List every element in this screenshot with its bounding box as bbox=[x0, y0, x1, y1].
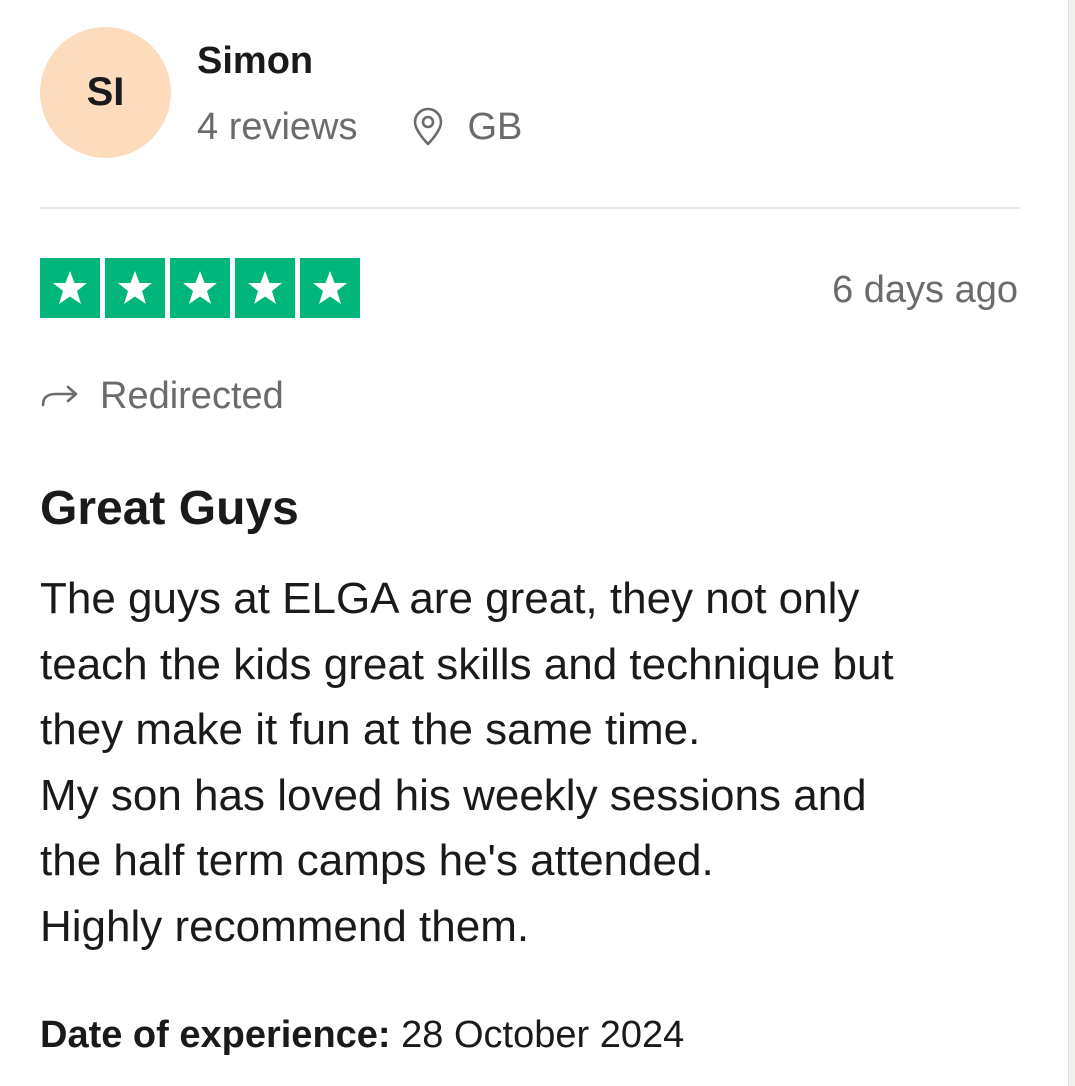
star-box bbox=[40, 258, 100, 318]
reviewer-location: GB bbox=[410, 105, 523, 149]
location-label: GB bbox=[467, 106, 523, 148]
avatar[interactable]: SI bbox=[40, 27, 171, 158]
scrollbar-track[interactable] bbox=[1068, 0, 1075, 1086]
star-box bbox=[105, 258, 165, 318]
review-count: 4 reviews bbox=[197, 106, 358, 148]
star-box bbox=[170, 258, 230, 318]
review-title: Great Guys bbox=[40, 482, 299, 535]
experience-label: Date of experience: bbox=[40, 1014, 391, 1056]
review-body-line: teach the kids great skills and techniqu… bbox=[40, 639, 894, 689]
star-icon bbox=[248, 271, 282, 304]
reviewer-name[interactable]: Simon bbox=[197, 41, 522, 81]
divider bbox=[40, 207, 1020, 209]
review-body: The guys at ELGA are great, they not onl… bbox=[40, 566, 1030, 959]
review-source-label: Redirected bbox=[100, 375, 284, 417]
star-icon bbox=[313, 271, 347, 304]
review-posted-date: 6 days ago bbox=[832, 269, 1018, 311]
redirect-arrow-icon bbox=[41, 385, 78, 407]
review-source: Redirected bbox=[40, 374, 284, 418]
reviewer-header: SI Simon 4 reviews GB bbox=[40, 27, 522, 158]
reviewer-info: Simon 4 reviews GB bbox=[197, 41, 522, 149]
reviewer-meta: 4 reviews GB bbox=[197, 105, 522, 149]
star-icon bbox=[183, 271, 217, 304]
star-icon bbox=[118, 271, 152, 304]
review-body-line: they make it fun at the same time. bbox=[40, 705, 701, 754]
star-icon bbox=[53, 271, 87, 304]
star-rating bbox=[40, 258, 360, 318]
star-box bbox=[235, 258, 295, 318]
location-pin-icon bbox=[413, 107, 442, 146]
star-box bbox=[300, 258, 360, 318]
review-body-line: Highly recommend them. bbox=[40, 901, 530, 951]
experience-date: 28 October 2024 bbox=[401, 1014, 685, 1056]
review-body-line: My son has loved his weekly sessions and bbox=[40, 770, 867, 820]
date-of-experience: Date of experience: 28 October 2024 bbox=[40, 1012, 684, 1058]
review-body-line: the half term camps he's attended. bbox=[40, 836, 714, 885]
review-body-line: The guys at ELGA are great, they not onl… bbox=[40, 574, 860, 623]
